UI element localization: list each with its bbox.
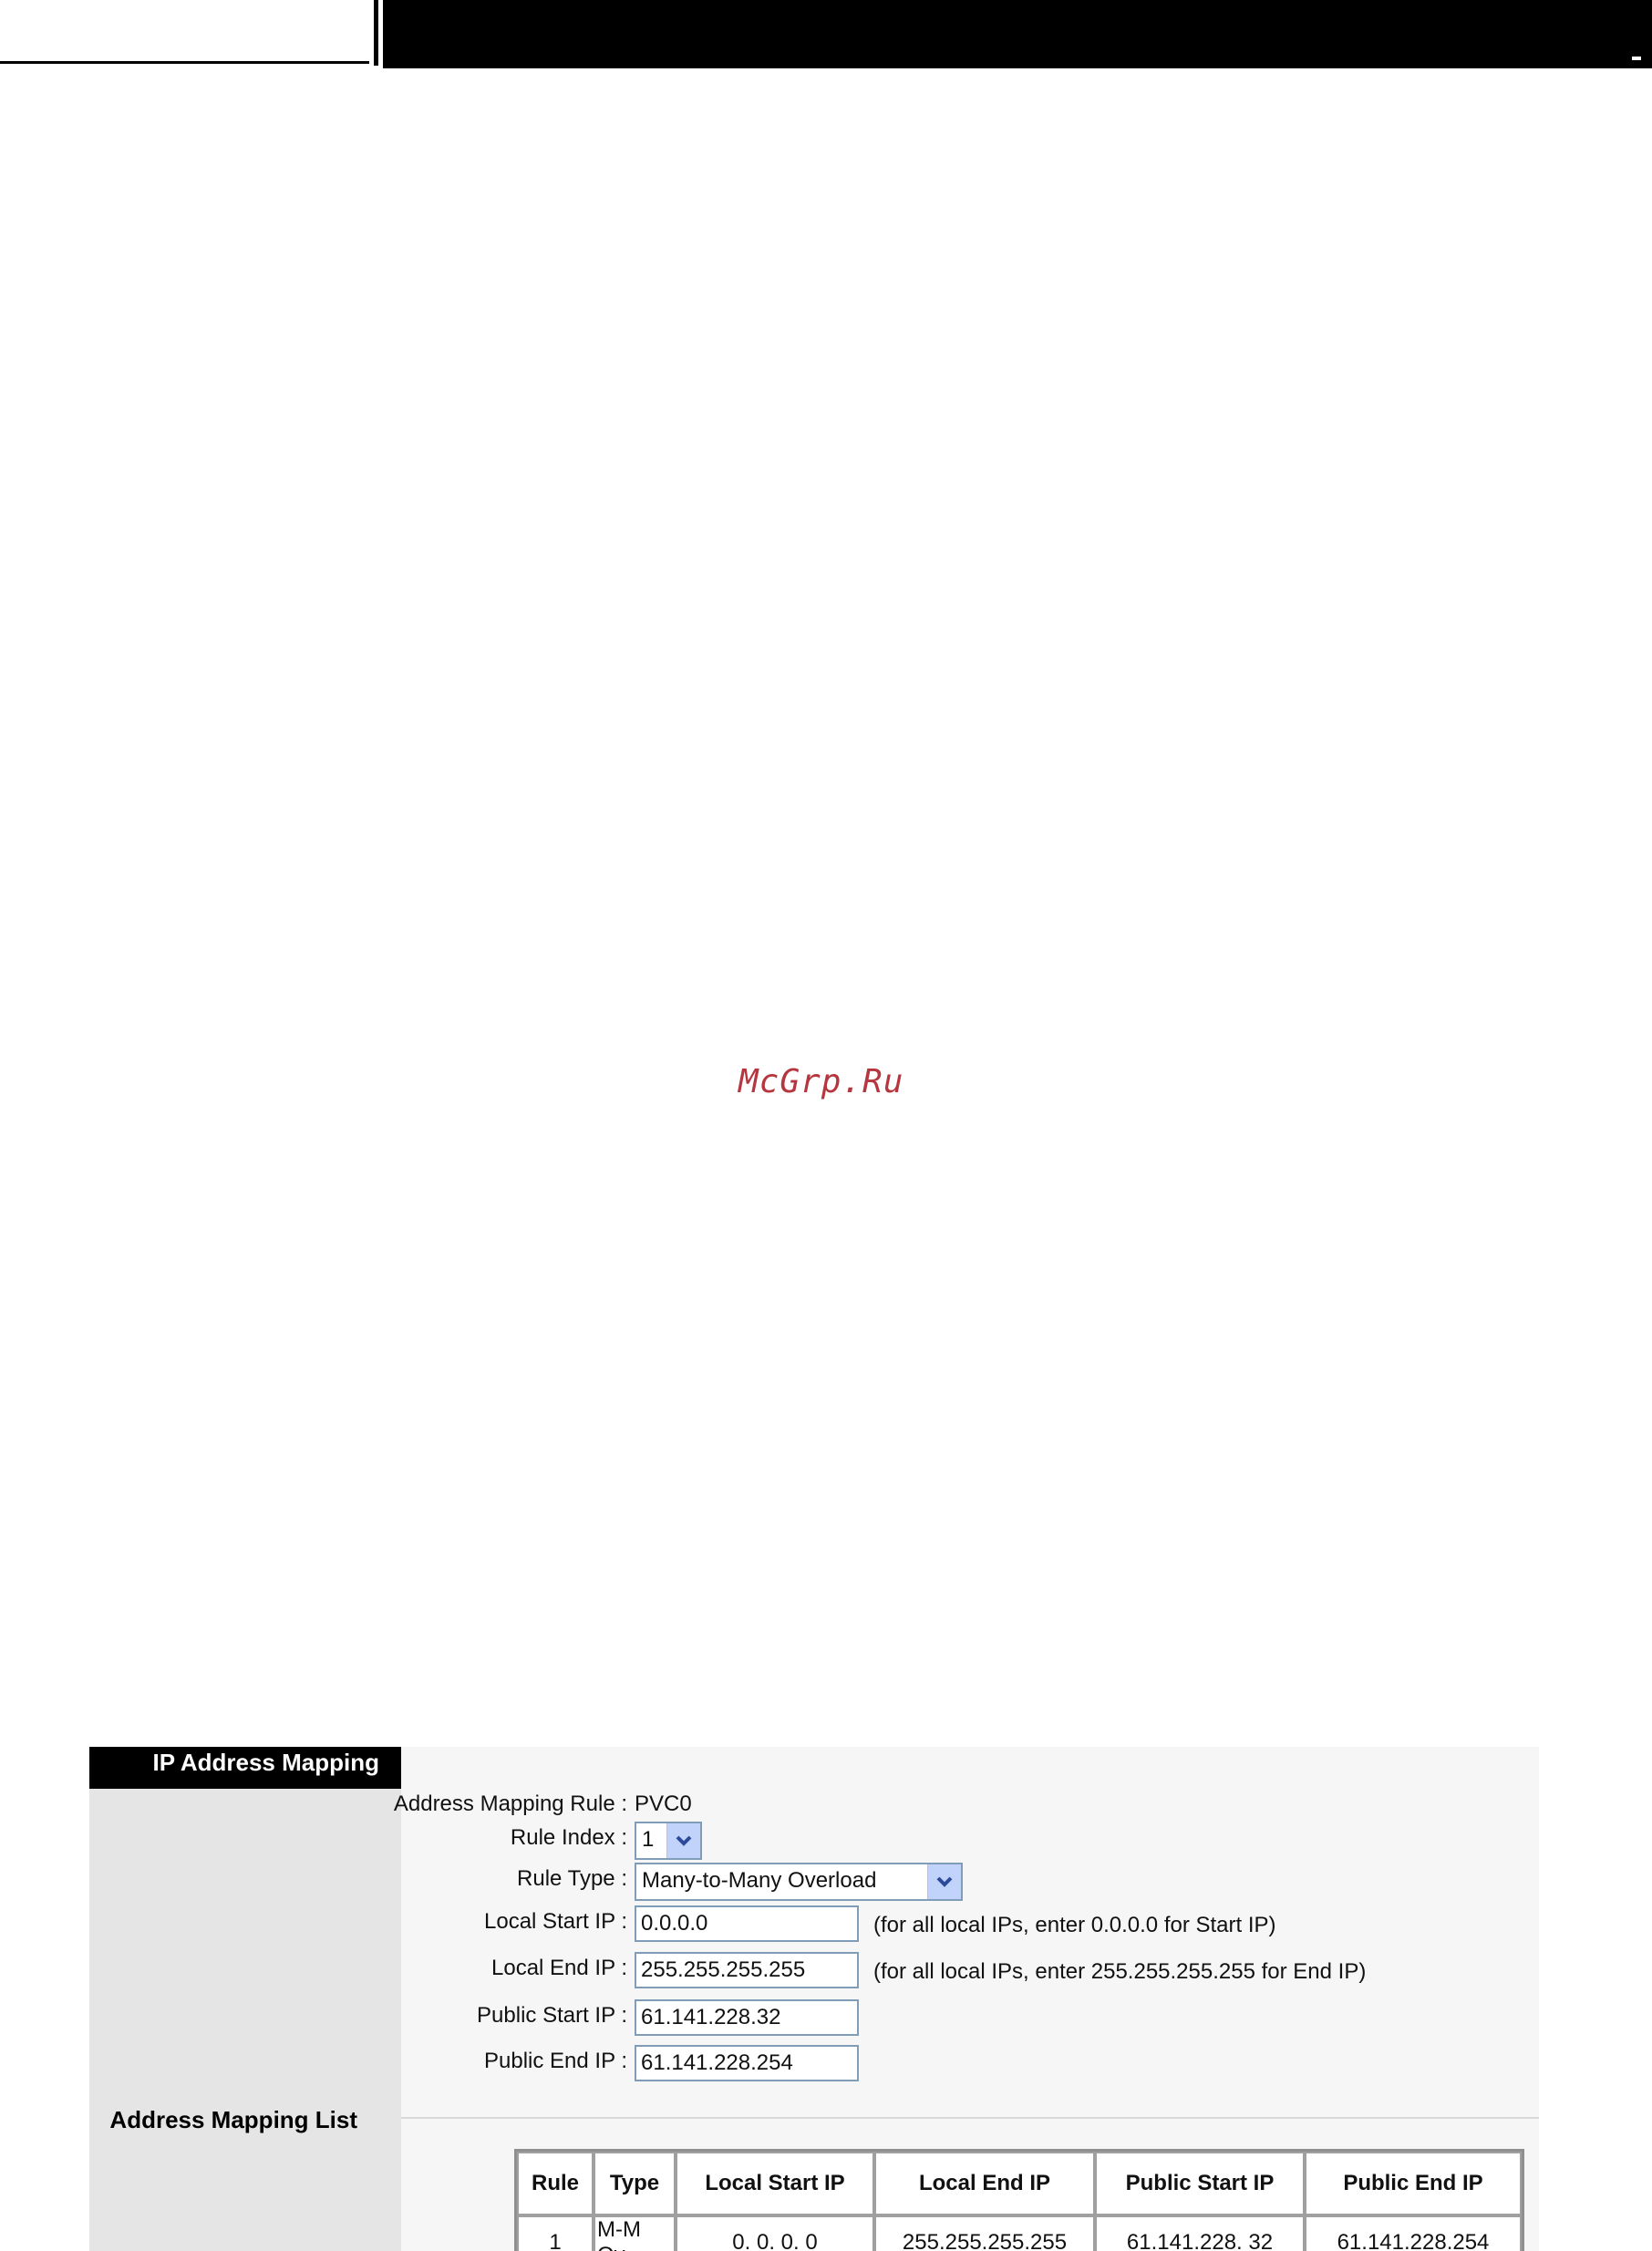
col-public-start-ip: Public Start IP (1095, 2152, 1305, 2215)
local-start-ip-label: Local Start IP : (484, 1909, 627, 1934)
header-corner-mark (1632, 57, 1641, 60)
cell-public-end-ip: 61.141.228.254 (1305, 2215, 1522, 2251)
public-start-ip-input[interactable]: 61.141.228.32 (635, 1999, 859, 2036)
mapping-table-wrap: Rule Type Local Start IP Local End IP Pu… (514, 2149, 1524, 2251)
cell-public-start-ip: 61.141.228. 32 (1095, 2215, 1305, 2251)
table-row: 1 M-M Ov 0. 0. 0. 0 255.255.255.255 61.1… (517, 2215, 1522, 2251)
rule-index-select[interactable]: 1 (635, 1822, 702, 1860)
header-divider (374, 0, 378, 66)
cell-rule: 1 (517, 2215, 594, 2251)
rule-type-row: Rule Type : Many-to-Many Overload (401, 1863, 1539, 1905)
rule-index-label: Rule Index : (510, 1825, 627, 1850)
manual-page: McGrp.Ru IP Address Mapping Address Mapp… (0, 0, 1652, 2251)
col-type: Type (594, 2152, 676, 2215)
rule-type-value: Many-to-Many Overload (642, 1868, 877, 1893)
header-left-box (0, 0, 369, 64)
table-header-row: Rule Type Local Start IP Local End IP Pu… (517, 2152, 1522, 2215)
watermark: McGrp.Ru (738, 1063, 904, 1100)
mapping-rule-value: PVC0 (635, 1792, 692, 1816)
rule-index-row: Rule Index : 1 (401, 1822, 1539, 1864)
left-column (89, 1747, 401, 2251)
local-end-ip-label: Local End IP : (491, 1956, 627, 1980)
col-rule: Rule (517, 2152, 594, 2215)
public-start-ip-row: Public Start IP : 61.141.228.32 (401, 1999, 1539, 2041)
address-mapping-table: Rule Type Local Start IP Local End IP Pu… (514, 2149, 1524, 2251)
public-start-ip-label: Public Start IP : (477, 2003, 627, 2028)
cell-type: M-M Ov (594, 2215, 676, 2251)
local-start-ip-hint: (for all local IPs, enter 0.0.0.0 for St… (873, 1913, 1276, 1937)
rule-index-value: 1 (642, 1827, 655, 1852)
local-end-ip-input[interactable]: 255.255.255.255 (635, 1952, 859, 1988)
mapping-rule-label: Address Mapping Rule : (393, 1792, 627, 1816)
list-label-wrap: Address Mapping List (89, 2106, 379, 2143)
local-end-ip-hint: (for all local IPs, enter 255.255.255.25… (873, 1959, 1367, 1984)
section-title: IP Address Mapping (89, 1747, 401, 1789)
public-end-ip-row: Public End IP : 61.141.228.254 (401, 2045, 1539, 2087)
cell-local-end-ip: 255.255.255.255 (874, 2215, 1095, 2251)
local-end-ip-row: Local End IP : 255.255.255.255 (for all … (401, 1952, 1539, 1994)
rule-type-label: Rule Type : (517, 1866, 627, 1891)
local-start-ip-input[interactable]: 0.0.0.0 (635, 1905, 859, 1942)
col-local-start-ip: Local Start IP (676, 2152, 874, 2215)
header-bar (383, 0, 1652, 68)
section-divider (401, 2117, 1539, 2119)
local-start-ip-row: Local Start IP : 0.0.0.0 (for all local … (401, 1905, 1539, 1947)
cell-local-start-ip: 0. 0. 0. 0 (676, 2215, 874, 2251)
chevron-down-icon[interactable] (666, 1823, 700, 1858)
rule-type-select[interactable]: Many-to-Many Overload (635, 1863, 963, 1901)
public-end-ip-label: Public End IP : (484, 2049, 627, 2073)
col-local-end-ip: Local End IP (874, 2152, 1095, 2215)
address-mapping-list-label: Address Mapping List (109, 2106, 357, 2133)
public-end-ip-input[interactable]: 61.141.228.254 (635, 2045, 859, 2081)
col-public-end-ip: Public End IP (1305, 2152, 1522, 2215)
chevron-down-icon[interactable] (927, 1864, 961, 1899)
